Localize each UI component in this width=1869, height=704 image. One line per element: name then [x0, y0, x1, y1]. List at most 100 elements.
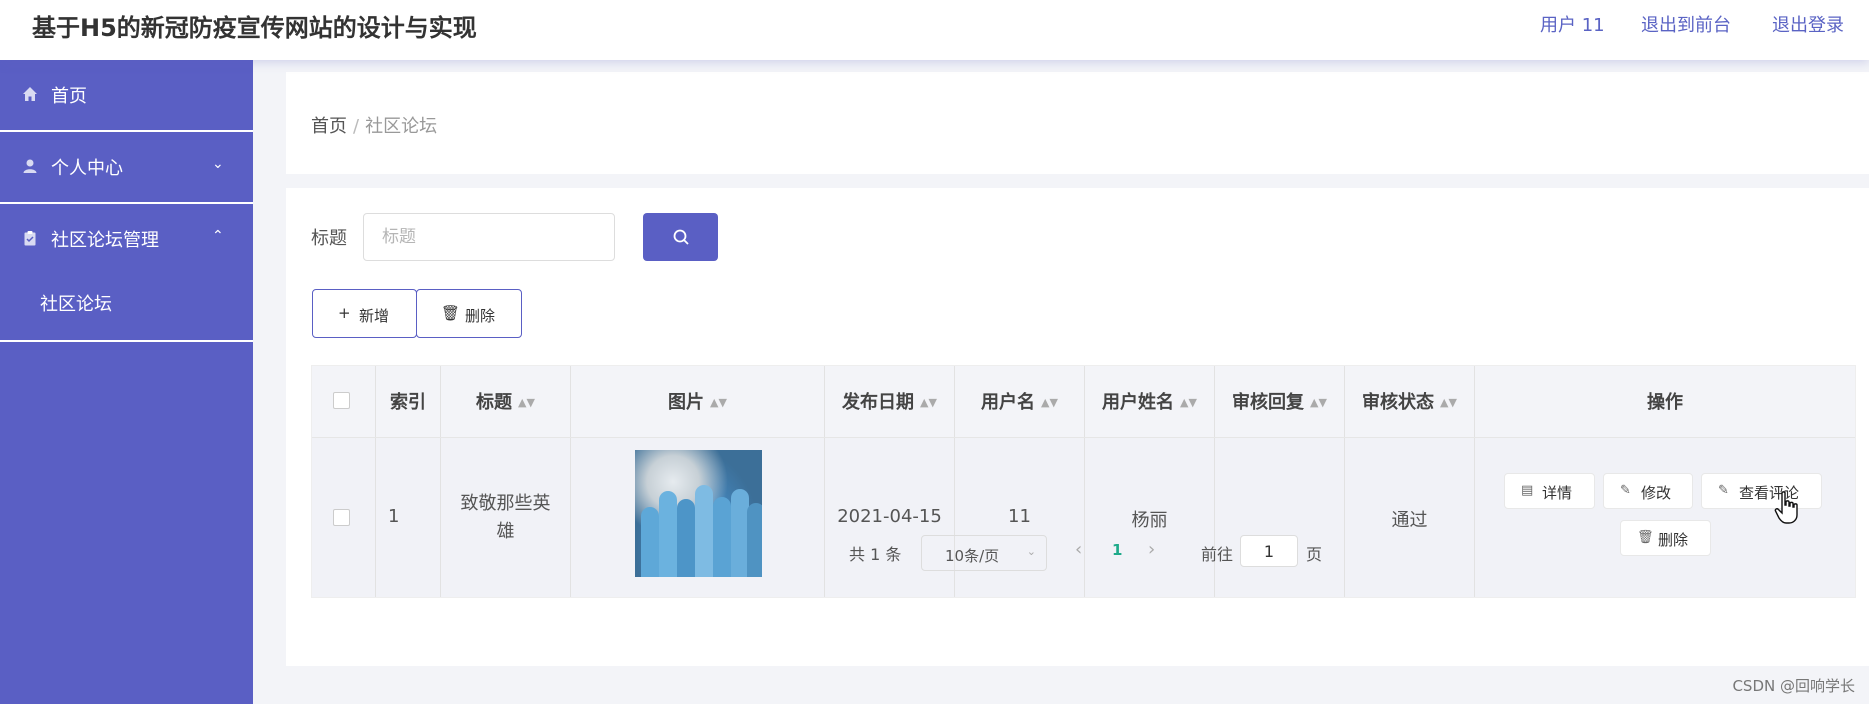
header-ops-label: 操作: [1647, 392, 1683, 413]
header-ops: 操作: [1475, 366, 1855, 437]
search-icon: [673, 229, 689, 245]
row-image-cell: [571, 438, 825, 597]
watermark: CSDN @回响学长: [1732, 677, 1855, 695]
breadcrumb-home[interactable]: 首页: [311, 116, 347, 137]
row-select-cell: [312, 438, 376, 597]
batch-delete-label: 删除: [465, 307, 496, 325]
header-title[interactable]: 标题 ▲▼: [441, 366, 571, 437]
header-text: 图片: [668, 392, 705, 413]
row-realname: 杨丽: [1131, 510, 1168, 531]
chevron-up-icon: ⌃: [212, 228, 224, 244]
sort-icon[interactable]: ▲▼: [1310, 396, 1327, 409]
header-text: 发布日期: [842, 392, 915, 413]
goto-page-input[interactable]: [1240, 535, 1298, 567]
header-date-label: 发布日期 ▲▼: [825, 388, 954, 414]
sidebar: 首页 个人中心 ⌄ 社区论坛管理 ⌃ 社区论坛: [0, 60, 253, 704]
plus-icon: +: [338, 304, 351, 322]
title-search-input[interactable]: [363, 213, 615, 261]
view-comments-button[interactable]: ✎ 查看评论: [1701, 473, 1822, 509]
sidebar-group-forum: 社区论坛管理 ⌃ 社区论坛: [0, 204, 253, 342]
logout-link[interactable]: 退出登录: [1772, 11, 1844, 37]
header-text: 用户姓名: [1102, 392, 1175, 413]
user-icon: [23, 159, 37, 173]
detail-button[interactable]: ▤ 详情: [1504, 473, 1595, 509]
add-button-label: 新增: [359, 307, 390, 325]
sort-icon[interactable]: ▲▼: [1041, 396, 1058, 409]
header-realname-label: 用户姓名 ▲▼: [1085, 388, 1214, 414]
exit-to-front-link[interactable]: 退出到前台: [1641, 11, 1731, 37]
header-select-cell: [312, 366, 376, 437]
hand-cursor-icon: [1774, 491, 1798, 524]
header-text: 用户名: [981, 392, 1036, 413]
current-user-link[interactable]: 用户 11: [1540, 11, 1605, 37]
batch-delete-button[interactable]: 🗑 删除: [416, 289, 522, 338]
select-all-checkbox[interactable]: [333, 392, 350, 409]
edit-icon: ✎: [1718, 483, 1729, 498]
search-button[interactable]: [643, 213, 718, 261]
row-title-cell: 致敬那些英雄: [441, 438, 571, 597]
sort-icon[interactable]: ▲▼: [518, 396, 535, 409]
document-icon: ▤: [1521, 483, 1534, 498]
clipboard-icon: [24, 231, 36, 246]
edit-button[interactable]: ✎ 修改: [1603, 473, 1693, 509]
chevron-down-icon: ⌄: [1026, 545, 1036, 558]
edit-icon: ✎: [1620, 483, 1631, 498]
pagination-total: 共 1 条: [849, 545, 902, 564]
row-date-cell: 2021-04-15: [825, 438, 955, 597]
breadcrumb: 首页 / 社区论坛: [311, 112, 437, 138]
header-text: 审核回复: [1232, 392, 1305, 413]
sort-icon[interactable]: ▲▼: [920, 396, 937, 409]
sidebar-item-profile[interactable]: 个人中心 ⌄: [0, 132, 253, 204]
header-username[interactable]: 用户名 ▲▼: [955, 366, 1085, 437]
app-title: 基于H5的新冠防疫宣传网站的设计与实现: [32, 14, 477, 42]
row-index-cell: 1: [376, 438, 441, 597]
header-realname[interactable]: 用户姓名 ▲▼: [1085, 366, 1215, 437]
header-image[interactable]: 图片 ▲▼: [571, 366, 825, 437]
row-date: 2021-04-15: [837, 506, 942, 527]
row-status: 通过: [1391, 510, 1428, 531]
breadcrumb-current: 社区论坛: [365, 116, 438, 137]
breadcrumb-separator: /: [353, 116, 360, 137]
page-size-select[interactable]: 10条/页 ⌄: [921, 535, 1047, 571]
sidebar-subitem-label: 社区论坛: [40, 294, 112, 315]
table-row: 1 致敬那些英雄 2021-04-15 11 杨丽 通过 ▤ 详情 ✎ 修改 ✎…: [312, 437, 1855, 597]
header-index: 索引: [376, 366, 441, 437]
header-status[interactable]: 审核状态 ▲▼: [1345, 366, 1475, 437]
page-size-value: 10条/页: [945, 547, 1000, 565]
goto-label: 前往: [1201, 545, 1234, 564]
breadcrumb-card: 首页 / 社区论坛: [286, 72, 1869, 174]
header-text: 标题: [476, 392, 513, 413]
row-index: 1: [388, 506, 400, 527]
row-username: 11: [1008, 506, 1031, 527]
row-checkbox[interactable]: [333, 509, 350, 526]
table-header: 索引 标题 ▲▼ 图片 ▲▼ 发布日期 ▲▼ 用户名 ▲▼ 用户姓名 ▲▼ 审核回复 ▲▼ …: [312, 366, 1855, 437]
header-reply-label: 审核回复 ▲▼: [1215, 388, 1344, 414]
header-reply[interactable]: 审核回复 ▲▼: [1215, 366, 1345, 437]
next-page-icon[interactable]: ›: [1148, 539, 1155, 560]
sidebar-item-forum-management[interactable]: 社区论坛管理 ⌃: [0, 204, 253, 276]
header-username-label: 用户名 ▲▼: [955, 388, 1084, 414]
header-image-label: 图片 ▲▼: [571, 388, 824, 414]
prev-page-icon[interactable]: ‹: [1075, 539, 1082, 560]
header-text: 审核状态: [1362, 392, 1435, 413]
sidebar-subitem-forum[interactable]: 社区论坛: [0, 276, 253, 340]
sort-icon[interactable]: ▲▼: [710, 396, 727, 409]
sidebar-item-label: 首页: [51, 86, 87, 107]
sidebar-item-home[interactable]: 首页: [0, 60, 253, 132]
header-title-label: 标题 ▲▼: [441, 388, 570, 414]
header-date[interactable]: 发布日期 ▲▼: [825, 366, 955, 437]
row-realname-cell: 杨丽: [1085, 438, 1215, 597]
add-button[interactable]: + 新增: [312, 289, 417, 338]
row-username-cell: 11: [955, 438, 1085, 597]
content-card: 标题 + 新增 🗑 删除 索引 标题 ▲▼ 图片 ▲▼ 发布日期 ▲▼: [286, 188, 1869, 666]
row-status-cell: 通过: [1345, 438, 1475, 597]
sidebar-item-label: 社区论坛管理: [51, 230, 159, 251]
chevron-down-icon: ⌄: [212, 156, 224, 172]
edit-button-label: 修改: [1641, 484, 1672, 502]
header-status-label: 审核状态 ▲▼: [1345, 388, 1474, 414]
sort-icon[interactable]: ▲▼: [1180, 396, 1197, 409]
header-index-label: 索引: [390, 392, 426, 413]
sort-icon[interactable]: ▲▼: [1440, 396, 1457, 409]
detail-button-label: 详情: [1542, 484, 1573, 502]
page-number-current[interactable]: 1: [1112, 541, 1122, 559]
